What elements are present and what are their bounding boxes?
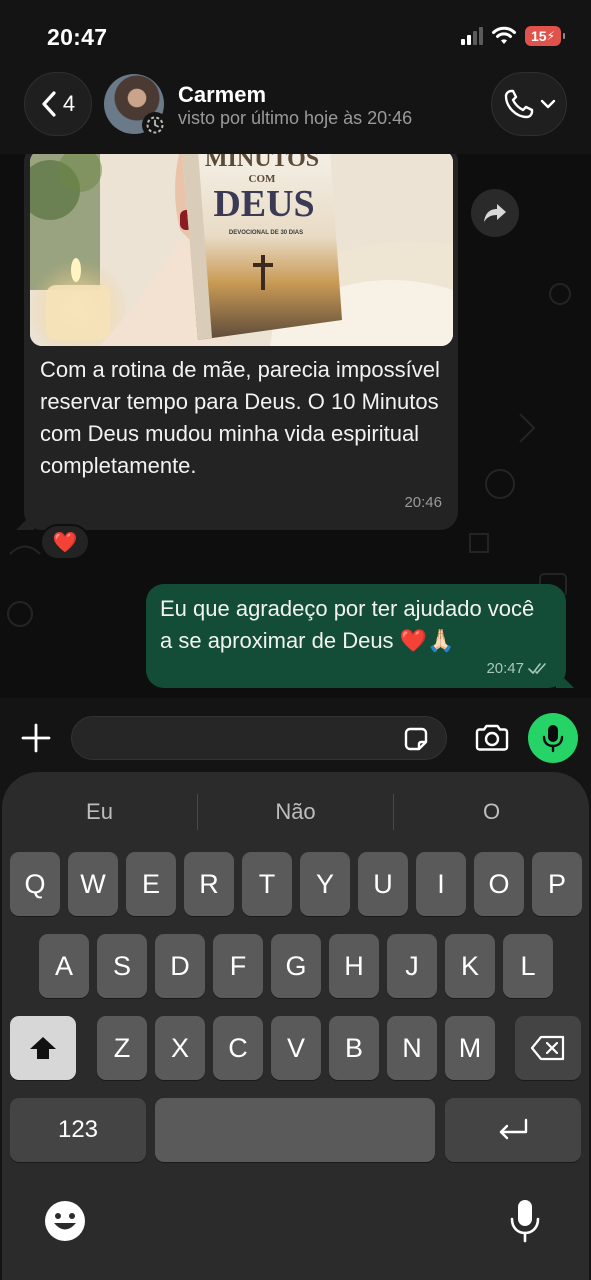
outgoing-message-text: Eu que agradeço por ter ajudado você a s… bbox=[160, 596, 535, 653]
status-ring-icon bbox=[142, 112, 168, 138]
key-b[interactable]: B bbox=[329, 1016, 379, 1080]
emoji-button[interactable] bbox=[42, 1198, 88, 1244]
key-f[interactable]: F bbox=[213, 934, 263, 998]
attach-button[interactable] bbox=[16, 718, 56, 758]
key-k[interactable]: K bbox=[445, 934, 495, 998]
key-m[interactable]: M bbox=[445, 1016, 495, 1080]
avatar[interactable] bbox=[104, 74, 168, 138]
battery-indicator: 15 ⚡ bbox=[525, 26, 565, 46]
message-input[interactable] bbox=[71, 716, 447, 760]
key-n[interactable]: N bbox=[387, 1016, 437, 1080]
call-button[interactable] bbox=[491, 72, 567, 136]
key-z[interactable]: Z bbox=[97, 1016, 147, 1080]
dictation-icon bbox=[510, 1200, 540, 1243]
status-time: 20:47 bbox=[47, 24, 108, 50]
key-e[interactable]: E bbox=[126, 852, 176, 916]
key-i[interactable]: I bbox=[416, 852, 466, 916]
camera-button[interactable] bbox=[472, 720, 512, 756]
message-reaction[interactable]: ❤️ bbox=[40, 524, 90, 560]
double-check-icon bbox=[528, 662, 546, 674]
keyboard: Eu Não O Q W E R T Y U I O P A S D F G H… bbox=[0, 770, 591, 1280]
signal-icon bbox=[461, 27, 483, 45]
backspace-key[interactable] bbox=[515, 1016, 581, 1080]
status-icons: 15 ⚡ bbox=[461, 26, 565, 46]
battery-level: 15 bbox=[530, 28, 547, 44]
chevron-down-icon bbox=[540, 99, 556, 109]
incoming-message-text: Com a rotina de mãe, parecia impossível … bbox=[40, 357, 440, 478]
key-u[interactable]: U bbox=[358, 852, 408, 916]
forward-button[interactable] bbox=[471, 189, 519, 237]
key-s[interactable]: S bbox=[97, 934, 147, 998]
key-r[interactable]: R bbox=[184, 852, 234, 916]
chevron-left-icon bbox=[42, 91, 56, 117]
outgoing-message-time: 20:47 bbox=[486, 660, 524, 677]
key-q[interactable]: Q bbox=[10, 852, 60, 916]
chat-header: 4 Carmem visto por último hoje às 20:46 bbox=[0, 70, 591, 154]
incoming-message-time: 20:46 bbox=[404, 494, 442, 511]
outgoing-message[interactable]: Eu que agradeço por ter ajudado você a s… bbox=[146, 584, 566, 688]
phone-icon bbox=[504, 89, 534, 119]
shift-icon bbox=[30, 1037, 56, 1059]
key-p[interactable]: P bbox=[532, 852, 582, 916]
keyboard-suggestions: Eu Não O bbox=[2, 790, 589, 834]
suggestion-1[interactable]: Eu bbox=[2, 799, 197, 825]
shift-key[interactable] bbox=[10, 1016, 76, 1080]
keyboard-panel: Eu Não O Q W E R T Y U I O P A S D F G H… bbox=[2, 772, 589, 1280]
key-o[interactable]: O bbox=[474, 852, 524, 916]
suggestion-3[interactable]: O bbox=[394, 799, 589, 825]
camera-icon bbox=[475, 724, 509, 751]
key-a[interactable]: A bbox=[39, 934, 89, 998]
key-l[interactable]: L bbox=[503, 934, 553, 998]
forward-icon bbox=[484, 204, 506, 222]
return-key[interactable] bbox=[445, 1098, 581, 1162]
voice-message-button[interactable] bbox=[528, 713, 578, 763]
sticker-icon[interactable] bbox=[402, 725, 430, 753]
key-g[interactable]: G bbox=[271, 934, 321, 998]
numbers-key[interactable]: 123 bbox=[10, 1098, 146, 1162]
last-seen: visto por último hoje às 20:46 bbox=[178, 108, 413, 128]
status-bar: 20:47 15 ⚡ bbox=[0, 0, 591, 70]
return-icon bbox=[499, 1118, 528, 1140]
key-v[interactable]: V bbox=[271, 1016, 321, 1080]
key-y[interactable]: Y bbox=[300, 852, 350, 916]
key-c[interactable]: C bbox=[213, 1016, 263, 1080]
book-title-line3: DEUS bbox=[213, 183, 314, 225]
message-image[interactable]: MINUTOS COM DEUS DEVOCIONAL DE 30 DIAS bbox=[30, 154, 453, 346]
unread-count: 4 bbox=[62, 91, 76, 116]
composer-bar bbox=[0, 698, 591, 778]
book-title-line1: MINUTOS bbox=[205, 154, 319, 172]
key-t[interactable]: T bbox=[242, 852, 292, 916]
microphone-icon bbox=[542, 725, 564, 753]
wifi-icon bbox=[492, 26, 516, 44]
suggestion-2[interactable]: Não bbox=[198, 799, 393, 825]
contact-name[interactable]: Carmem bbox=[178, 82, 266, 108]
space-key[interactable] bbox=[155, 1098, 435, 1162]
back-button[interactable]: 4 bbox=[24, 72, 92, 136]
incoming-message[interactable]: MINUTOS COM DEUS DEVOCIONAL DE 30 DIAS C… bbox=[24, 154, 458, 530]
book-subtitle: DEVOCIONAL DE 30 DIAS bbox=[229, 230, 303, 236]
plus-icon bbox=[21, 723, 51, 753]
emoji-icon bbox=[45, 1201, 85, 1241]
key-x[interactable]: X bbox=[155, 1016, 205, 1080]
backspace-icon bbox=[530, 1035, 565, 1061]
dictation-button[interactable] bbox=[502, 1196, 548, 1246]
key-d[interactable]: D bbox=[155, 934, 205, 998]
chat-area[interactable]: MINUTOS COM DEUS DEVOCIONAL DE 30 DIAS C… bbox=[0, 154, 591, 698]
key-w[interactable]: W bbox=[68, 852, 118, 916]
key-h[interactable]: H bbox=[329, 934, 379, 998]
key-j[interactable]: J bbox=[387, 934, 437, 998]
reaction-emoji: ❤️ bbox=[52, 531, 78, 554]
outgoing-message-meta: 20:47 bbox=[486, 660, 550, 677]
